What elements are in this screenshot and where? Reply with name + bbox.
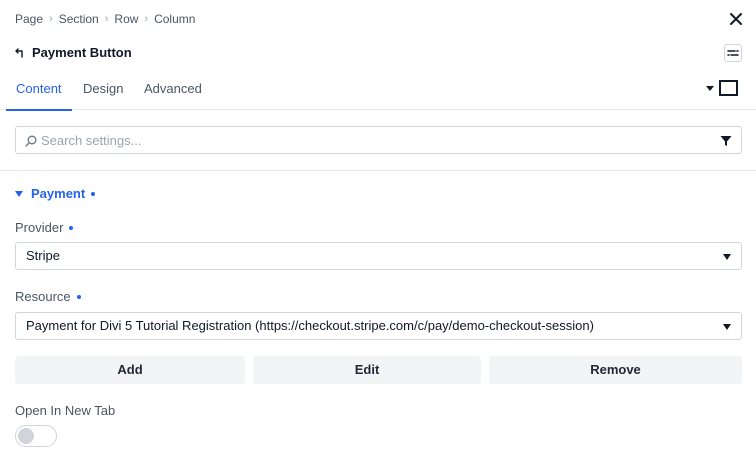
filter-icon[interactable] [720, 135, 732, 147]
square-icon[interactable] [719, 80, 738, 96]
tab-advanced[interactable]: Advanced [144, 70, 202, 110]
provider-label: Provider [15, 220, 74, 235]
remove-button[interactable]: Remove [489, 356, 742, 384]
close-icon [730, 13, 742, 25]
edit-button[interactable]: Edit [253, 356, 481, 384]
breadcrumb-separator: › [104, 13, 109, 25]
divider [0, 170, 756, 171]
modified-indicator-dot [69, 225, 74, 230]
panel-header: Payment Button [15, 45, 132, 60]
section-title: Payment [31, 186, 86, 201]
chevron-down-icon[interactable] [706, 86, 714, 91]
add-button[interactable]: Add [15, 356, 245, 384]
provider-select[interactable]: Stripe [15, 242, 742, 270]
resource-select[interactable]: Payment for Divi 5 Tutorial Registration… [15, 312, 742, 340]
breadcrumb-separator: › [144, 13, 149, 25]
section-toggle-payment[interactable]: Payment [15, 186, 96, 201]
panel-title: Payment Button [32, 45, 132, 60]
breadcrumb-separator: › [49, 13, 53, 25]
toggle-knob [18, 428, 34, 444]
breadcrumb-item-row[interactable]: Row [114, 12, 138, 26]
breadcrumb-item-page[interactable]: Page [15, 12, 43, 26]
caret-down-icon [15, 190, 23, 197]
tab-design[interactable]: Design [83, 70, 123, 110]
chevron-down-icon [723, 324, 731, 330]
breadcrumb-item-section[interactable]: Section [59, 12, 99, 26]
provider-label-text: Provider [15, 220, 64, 235]
search-box [15, 126, 742, 154]
chevron-down-icon [723, 254, 731, 260]
layout-toggle-icon [727, 50, 739, 56]
back-arrow-icon[interactable] [15, 47, 25, 58]
tab-content[interactable]: Content [6, 70, 71, 111]
tab-bar: Content Design Advanced [0, 70, 756, 111]
close-button[interactable] [728, 11, 744, 27]
modified-indicator-dot [76, 294, 81, 299]
open-new-tab-toggle[interactable] [15, 425, 57, 447]
breadcrumb-item-column[interactable]: Column [154, 12, 195, 26]
modified-indicator-dot [91, 191, 96, 196]
breadcrumb: Page › Section › Row › Column [15, 12, 195, 26]
resource-select-value: Payment for Divi 5 Tutorial Registration… [26, 318, 594, 333]
search-icon [25, 135, 37, 147]
provider-select-value: Stripe [26, 248, 60, 263]
search-input[interactable] [41, 127, 711, 153]
resource-label: Resource [15, 289, 81, 304]
resource-label-text: Resource [15, 289, 71, 304]
open-new-tab-label: Open In New Tab [15, 403, 116, 418]
layout-toggle-button[interactable] [724, 44, 742, 62]
